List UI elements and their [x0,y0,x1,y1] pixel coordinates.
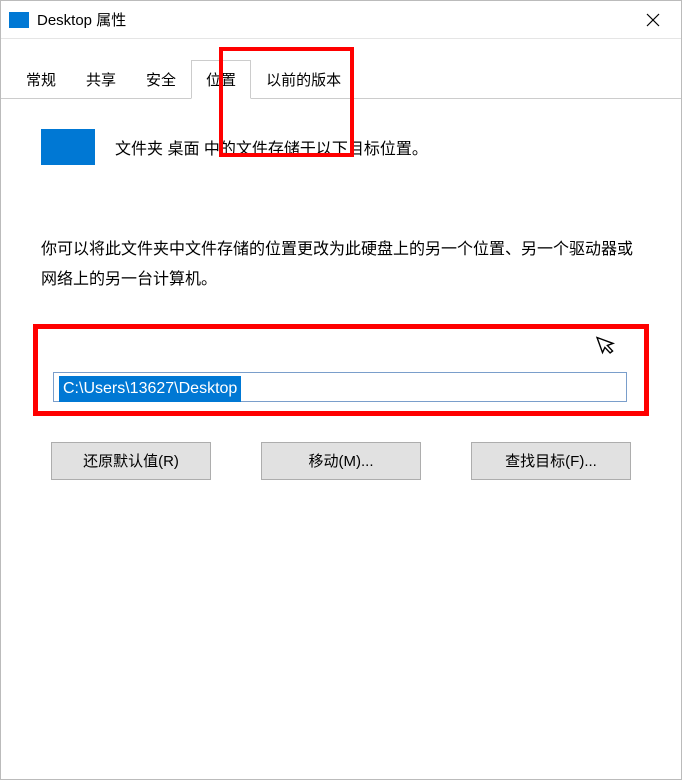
close-button[interactable] [633,5,673,35]
tab-previous-versions[interactable]: 以前的版本 [251,60,356,99]
properties-window: Desktop 属性 常规 共享 安全 位置 以前的版本 文件夹 桌面 中的文件… [0,0,682,780]
restore-default-button[interactable]: 还原默认值(R) [51,442,211,480]
find-target-button[interactable]: 查找目标(F)... [471,442,631,480]
close-icon [646,13,660,27]
heading-text: 文件夹 桌面 中的文件存储于以下目标位置。 [115,135,428,159]
tab-location[interactable]: 位置 [191,60,251,99]
move-button[interactable]: 移动(M)... [261,442,421,480]
path-area: C:\Users\13627\Desktop [41,324,641,412]
desktop-folder-icon [41,129,95,165]
heading-row: 文件夹 桌面 中的文件存储于以下目标位置。 [41,129,641,165]
tab-content: 文件夹 桌面 中的文件存储于以下目标位置。 你可以将此文件夹中文件存储的位置更改… [1,99,681,510]
tab-security[interactable]: 安全 [131,60,191,99]
window-title: Desktop 属性 [37,9,633,30]
cursor-icon [594,329,623,364]
annotation-highlight-path [33,324,649,416]
tab-bar: 常规 共享 安全 位置 以前的版本 [1,39,681,99]
location-path-input[interactable]: C:\Users\13627\Desktop [53,372,627,402]
path-value-selected: C:\Users\13627\Desktop [59,376,241,402]
tab-sharing[interactable]: 共享 [71,60,131,99]
button-row: 还原默认值(R) 移动(M)... 查找目标(F)... [41,442,641,480]
titlebar: Desktop 属性 [1,1,681,39]
description-text: 你可以将此文件夹中文件存储的位置更改为此硬盘上的另一个位置、另一个驱动器或网络上… [41,235,641,296]
folder-title-icon [9,12,29,28]
tab-general[interactable]: 常规 [11,60,71,99]
